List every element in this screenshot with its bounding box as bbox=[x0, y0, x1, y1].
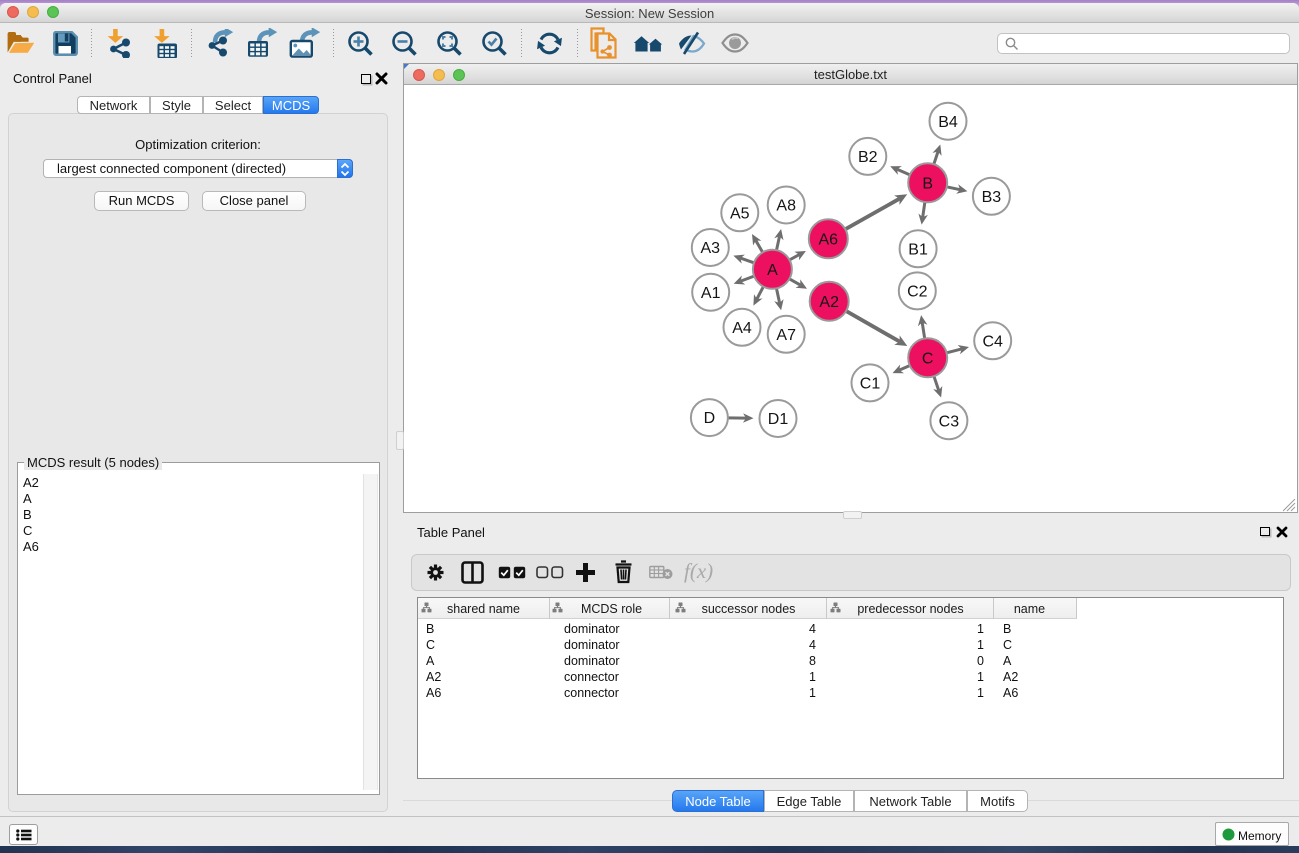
svg-text:B2: B2 bbox=[858, 149, 878, 166]
svg-text:A3: A3 bbox=[701, 240, 721, 257]
svg-text:B: B bbox=[922, 175, 933, 192]
svg-text:B3: B3 bbox=[982, 189, 1002, 206]
svg-text:A6: A6 bbox=[819, 231, 839, 248]
svg-text:D1: D1 bbox=[768, 411, 789, 428]
svg-text:C1: C1 bbox=[860, 376, 881, 393]
svg-text:A8: A8 bbox=[776, 198, 796, 215]
svg-text:A5: A5 bbox=[730, 205, 750, 222]
svg-text:C: C bbox=[922, 350, 934, 367]
svg-text:A1: A1 bbox=[701, 285, 721, 302]
svg-text:D: D bbox=[704, 410, 716, 427]
svg-text:A4: A4 bbox=[732, 320, 752, 337]
svg-text:B4: B4 bbox=[938, 114, 958, 131]
svg-text:B1: B1 bbox=[908, 241, 928, 258]
svg-text:C4: C4 bbox=[982, 333, 1003, 350]
svg-text:C2: C2 bbox=[907, 284, 928, 301]
svg-text:A: A bbox=[767, 262, 778, 279]
svg-text:A7: A7 bbox=[776, 327, 796, 344]
svg-text:A2: A2 bbox=[819, 294, 839, 311]
svg-text:C3: C3 bbox=[939, 413, 960, 430]
